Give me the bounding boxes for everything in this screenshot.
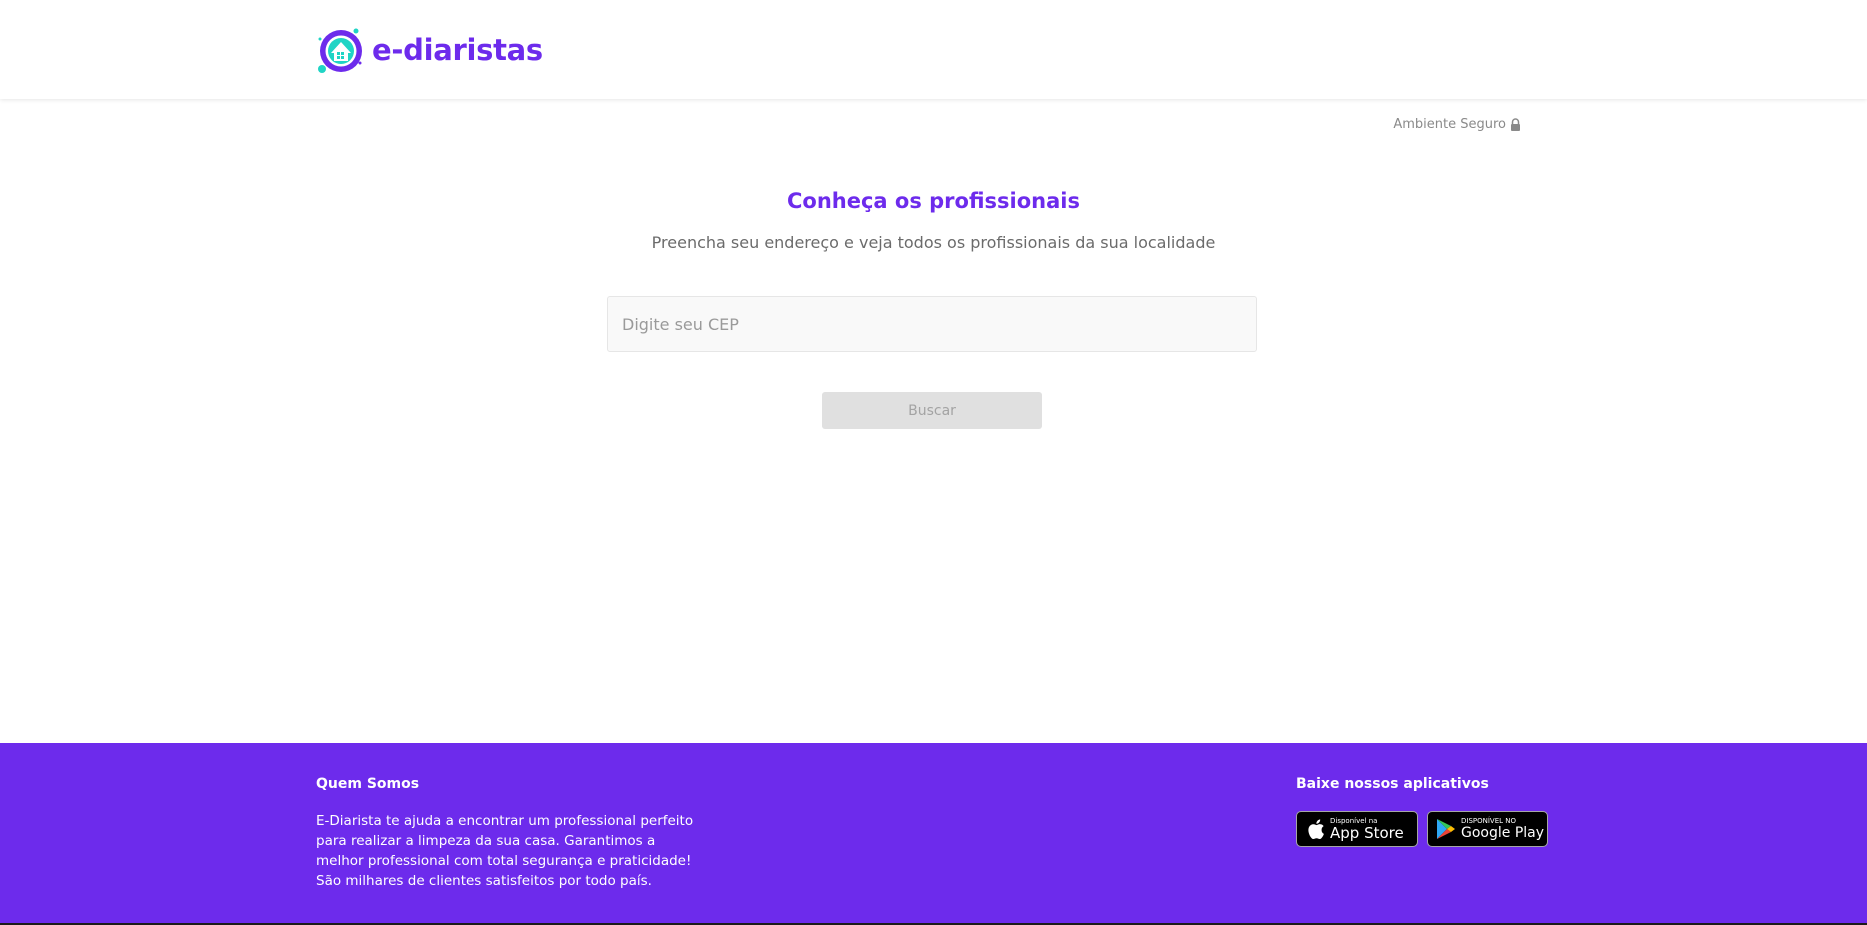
main-content: Conheça os profissionais Preencha seu en… (0, 99, 1867, 743)
page: e-diaristas Ambiente Seguro Conheça os p… (0, 0, 1867, 925)
app-store-big-text: App Store (1330, 823, 1404, 842)
app-store-text: Disponível na App Store (1330, 817, 1404, 842)
site-header: e-diaristas (0, 0, 1867, 99)
site-logo[interactable]: e-diaristas (316, 25, 543, 75)
google-play-small-text: DISPONÍVEL NO (1461, 817, 1517, 825)
about-line: São milhares de clientes satisfeitos por… (316, 873, 652, 889)
google-play-big-text: Google Play (1461, 825, 1545, 841)
house-logo-icon (318, 28, 362, 73)
about-line: E-Diarista te ajuda a encontrar um profe… (316, 813, 694, 829)
google-play-icon (1437, 819, 1455, 839)
about-line: melhor professional com total segurança … (316, 853, 692, 869)
app-store-badge[interactable]: Disponível na App Store (1296, 811, 1418, 847)
logo-text: e-diaristas (372, 33, 543, 67)
apple-icon (1308, 819, 1324, 840)
about-title: Quem Somos (316, 776, 420, 792)
google-play-badge[interactable]: DISPONÍVEL NO Google Play (1427, 811, 1548, 847)
page-subtitle: Preencha seu endereço e veja todos os pr… (651, 233, 1216, 252)
about-line: para realizar a limpeza da sua casa. Gar… (316, 833, 656, 849)
page-title: Conheça os profissionais (787, 189, 1080, 213)
apps-title: Baixe nossos aplicativos (1296, 776, 1489, 792)
search-button[interactable]: Buscar (822, 392, 1042, 429)
google-play-text: DISPONÍVEL NO Google Play (1461, 817, 1545, 841)
site-footer: Quem Somos E-Diarista te ajuda a encontr… (0, 743, 1867, 925)
cep-input[interactable] (607, 296, 1257, 352)
about-text: E-Diarista te ajuda a encontrar um profe… (316, 811, 726, 891)
